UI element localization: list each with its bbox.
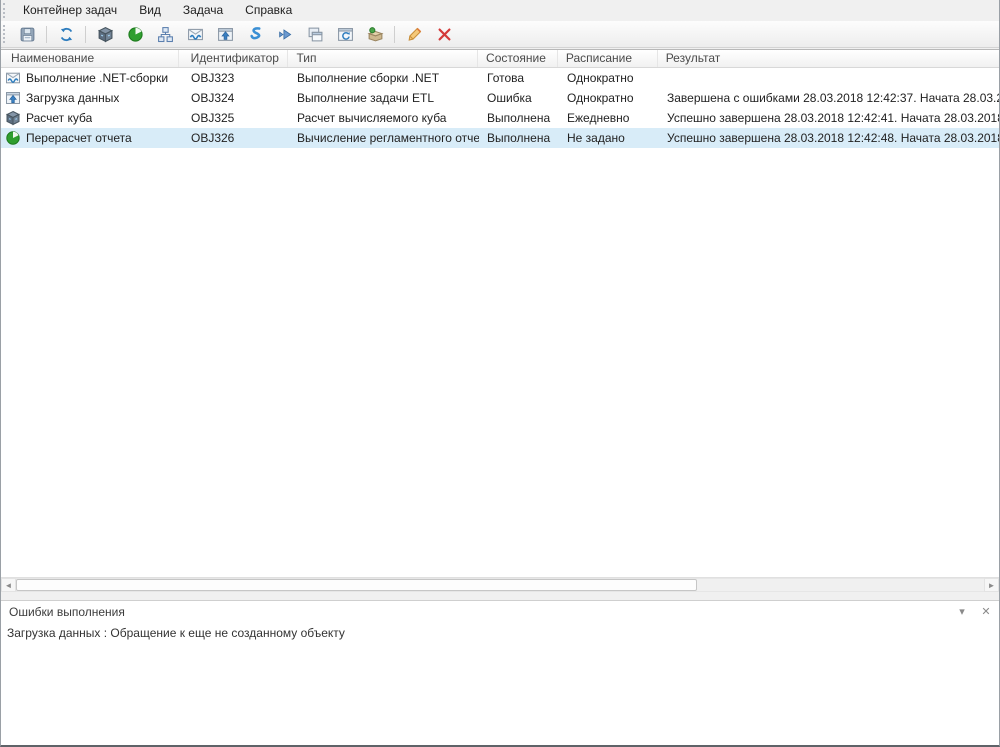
- panel-splitter-handle[interactable]: [1, 592, 999, 600]
- etl-upload-icon: [217, 26, 234, 43]
- create-etl-load-task-button[interactable]: [212, 23, 238, 46]
- column-header-schedule[interactable]: Расписание: [558, 50, 658, 67]
- scroll-right-button[interactable]: ►: [984, 578, 999, 592]
- table-row[interactable]: Выполнение .NET-сборки OBJ323 Выполнение…: [1, 68, 999, 88]
- menu-bar: Контейнер задач Вид Задача Справка: [1, 0, 999, 21]
- refresh-icon: [58, 26, 75, 43]
- column-header-result[interactable]: Результат: [658, 50, 999, 67]
- task-state: Ошибка: [479, 88, 559, 108]
- task-result: Завершена с ошибками 28.03.2018 12:42:37…: [659, 88, 1000, 108]
- task-schedule: Ежедневно: [559, 108, 659, 128]
- package-button[interactable]: [362, 23, 388, 46]
- column-header-state[interactable]: Состояние: [478, 50, 558, 67]
- task-result: Успешно завершена 28.03.2018 12:42:48. Н…: [659, 128, 1000, 148]
- panel-close-button[interactable]: ✕: [979, 605, 993, 618]
- create-etl-flow-task-button[interactable]: [242, 23, 268, 46]
- package-icon: [367, 26, 384, 43]
- task-id: OBJ323: [179, 68, 289, 88]
- task-name: Выполнение .NET-сборки: [26, 68, 168, 88]
- task-state: Выполнена: [479, 108, 559, 128]
- hierarchy-icon: [157, 26, 174, 43]
- window-refresh-button[interactable]: [332, 23, 358, 46]
- task-state: Выполнена: [479, 128, 559, 148]
- save-button[interactable]: [14, 23, 40, 46]
- menubar-grip-handle[interactable]: [3, 3, 8, 18]
- panel-collapse-button[interactable]: ▾: [955, 605, 969, 618]
- panel-title: Ошибки выполнения: [1, 605, 125, 619]
- create-cube-task-button[interactable]: [92, 23, 118, 46]
- run-icon: [277, 26, 294, 43]
- column-header-type[interactable]: Тип: [288, 50, 478, 67]
- scroll-left-button[interactable]: ◄: [1, 578, 16, 592]
- cube-icon: [97, 26, 114, 43]
- app-window: Контейнер задач Вид Задача Справка Наиме…: [0, 0, 1000, 747]
- task-schedule: Однократно: [559, 68, 659, 88]
- cube-icon: [5, 110, 21, 126]
- table-row[interactable]: Загрузка данных OBJ324 Выполнение задачи…: [1, 88, 999, 108]
- column-header-id[interactable]: Идентификатор: [179, 50, 289, 67]
- menu-task[interactable]: Задача: [172, 0, 234, 21]
- task-schedule: Однократно: [559, 88, 659, 108]
- task-type: Вычисление регламентного отчета: [289, 128, 479, 148]
- error-message: Загрузка данных : Обращение к еще не соз…: [1, 622, 999, 640]
- windows-button[interactable]: [302, 23, 328, 46]
- toolbar-separator: [46, 26, 47, 43]
- net-assembly-icon: [187, 26, 204, 43]
- windows-icon: [307, 26, 324, 43]
- task-name: Перерасчет отчета: [26, 128, 132, 148]
- table-row-selected[interactable]: Перерасчет отчета OBJ326 Вычисление регл…: [1, 128, 999, 148]
- menu-task-container[interactable]: Контейнер задач: [12, 0, 128, 21]
- task-state: Готова: [479, 68, 559, 88]
- task-id: OBJ326: [179, 128, 289, 148]
- scrollbar-thumb[interactable]: [16, 579, 697, 591]
- task-table: Наименование Идентификатор Тип Состояние…: [1, 49, 999, 592]
- toolbar-separator: [394, 26, 395, 43]
- task-schedule: Не задано: [559, 128, 659, 148]
- net-assembly-icon: [5, 70, 21, 86]
- table-row[interactable]: Расчет куба OBJ325 Расчет вычисляемого к…: [1, 108, 999, 128]
- delete-button[interactable]: [431, 23, 457, 46]
- etl-upload-icon: [5, 90, 21, 106]
- toolbar: [1, 21, 999, 48]
- save-icon: [19, 26, 36, 43]
- task-name: Расчет куба: [26, 108, 92, 128]
- report-sphere-icon: [5, 130, 21, 146]
- task-type: Расчет вычисляемого куба: [289, 108, 479, 128]
- task-type: Выполнение задачи ETL: [289, 88, 479, 108]
- toolbar-grip-handle[interactable]: [3, 25, 8, 43]
- toolbar-separator: [85, 26, 86, 43]
- horizontal-scrollbar: ◄ ►: [1, 577, 999, 592]
- task-result: Успешно завершена 28.03.2018 12:42:41. Н…: [659, 108, 1000, 128]
- table-header-row: Наименование Идентификатор Тип Состояние…: [1, 50, 999, 68]
- task-id: OBJ325: [179, 108, 289, 128]
- execution-errors-panel: Ошибки выполнения ▾ ✕ Загрузка данных : …: [1, 600, 999, 745]
- edit-pencil-icon: [406, 26, 423, 43]
- create-report-task-button[interactable]: [122, 23, 148, 46]
- task-type: Выполнение сборки .NET: [289, 68, 479, 88]
- create-net-assembly-task-button[interactable]: [182, 23, 208, 46]
- etl-flow-icon: [247, 26, 264, 43]
- window-refresh-icon: [337, 26, 354, 43]
- task-id: OBJ324: [179, 88, 289, 108]
- edit-button[interactable]: [401, 23, 427, 46]
- menu-help[interactable]: Справка: [234, 0, 303, 21]
- report-sphere-icon: [127, 26, 144, 43]
- task-name: Загрузка данных: [26, 88, 119, 108]
- column-header-name[interactable]: Наименование: [1, 50, 179, 67]
- scrollbar-track[interactable]: [16, 578, 984, 592]
- refresh-button[interactable]: [53, 23, 79, 46]
- panel-header: Ошибки выполнения ▾ ✕: [1, 601, 999, 622]
- delete-icon: [436, 26, 453, 43]
- menu-view[interactable]: Вид: [128, 0, 172, 21]
- create-hierarchy-task-button[interactable]: [152, 23, 178, 46]
- task-result: [659, 68, 1000, 88]
- run-task-button[interactable]: [272, 23, 298, 46]
